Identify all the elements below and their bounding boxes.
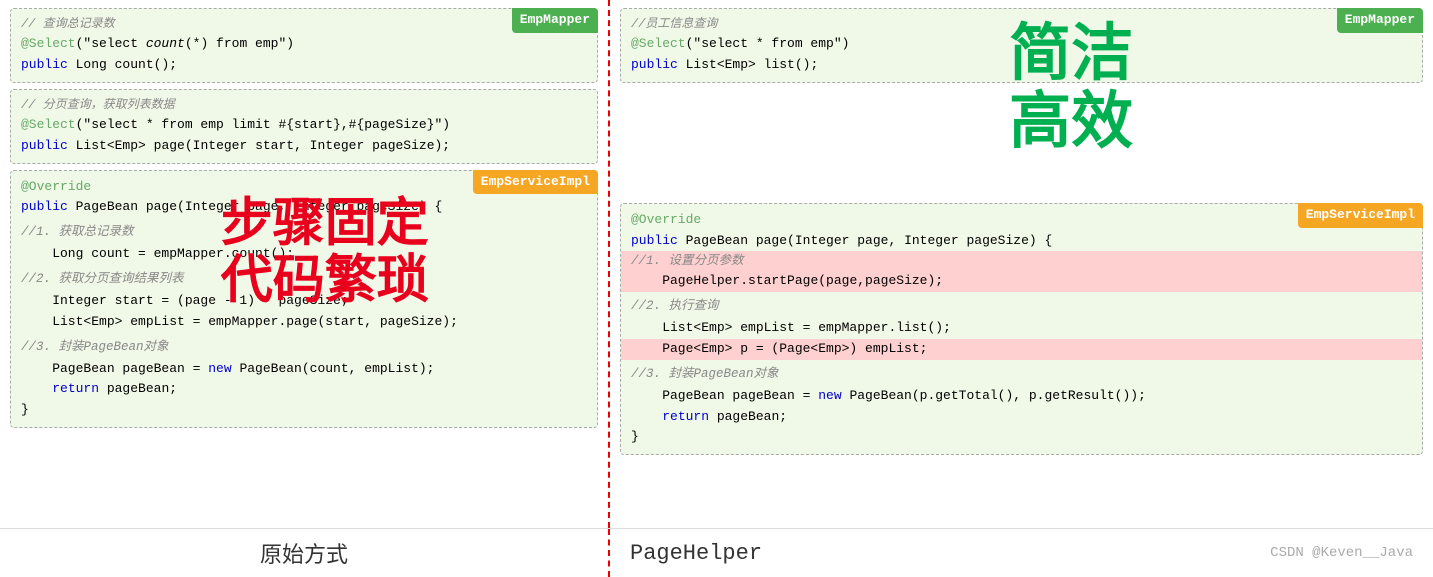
right-inner-comment2: //2. 执行查询 <box>631 296 1412 316</box>
right-inner-line3: Page<Emp> p = (Page<Emp>) empList; <box>631 339 1412 360</box>
left-inner-line5: return pageBean; <box>21 379 587 400</box>
left-inner-line2: Integer start = (page - 1) * pageSize; <box>21 291 587 312</box>
right-highlighted2: Page<Emp> p = (Page<Emp>) empList; <box>621 339 1422 360</box>
left-close-brace: } <box>21 400 587 421</box>
right-empmapper-block: EmpMapper //员工信息查询 @Select("select * fro… <box>620 8 1423 83</box>
left-inner-comment1: //1. 获取总记录数 <box>21 222 587 242</box>
left-inner-line4: PageBean pageBean = new PageBean(count, … <box>21 359 587 380</box>
left-code1-line2: public Long count(); <box>21 55 587 76</box>
footer-watermark: CSDN @Keven__Java <box>1270 545 1413 561</box>
right-empserviceimpl-block: EmpServiceImpl @Override public PageBean… <box>620 203 1423 455</box>
left-code2-line2: public List<Emp> page(Integer start, Int… <box>21 136 587 157</box>
left-select2: @Select("select * from emp limit #{start… <box>21 115 587 136</box>
left-select1: @Select("select count(*) from emp") <box>21 34 587 55</box>
footer-right-title: PageHelper <box>630 541 762 566</box>
left-method-sig: public PageBean page(Integer page, Integ… <box>21 197 587 218</box>
right-code1-line2: public List<Emp> list(); <box>631 55 1412 76</box>
left-empmapper-block: EmpMapper // 查询总记录数 @Select("select coun… <box>10 8 598 83</box>
left-panel: EmpMapper // 查询总记录数 @Select("select coun… <box>0 0 610 528</box>
right-inner-line1: PageHelper.startPage(page,pageSize); <box>631 271 1412 292</box>
right-highlighted1: //1. 设置分页参数 PageHelper.startPage(page,pa… <box>621 251 1422 292</box>
left-comment2: // 分页查询，获取列表数据 <box>21 96 587 115</box>
footer-right: PageHelper CSDN @Keven__Java <box>610 529 1433 577</box>
footer-left-title: 原始方式 <box>0 529 610 577</box>
right-comment1: //员工信息查询 <box>631 15 1412 34</box>
left-inner-comment3: //3. 封装PageBean对象 <box>21 337 587 357</box>
left-inner-line1: Long count = empMapper.count(); <box>21 244 587 265</box>
right-close-brace: } <box>631 427 1412 448</box>
right-inner-comment3: //3. 封装PageBean对象 <box>631 364 1412 384</box>
right-panel: 简洁 高效 EmpMapper //员工信息查询 @Select("select… <box>610 0 1433 528</box>
left-inner-line3: List<Emp> empList = empMapper.page(start… <box>21 312 587 333</box>
left-comment1: // 查询总记录数 <box>21 15 587 34</box>
left-badge-empmapper: EmpMapper <box>512 8 598 33</box>
right-inner-comment1: //1. 设置分页参数 <box>631 251 1412 271</box>
left-empserviceimpl-block: EmpServiceImpl @Override public PageBean… <box>10 170 598 428</box>
left-badge-empserviceimpl: EmpServiceImpl <box>473 170 598 195</box>
main-content: EmpMapper // 查询总记录数 @Select("select coun… <box>0 0 1433 528</box>
right-badge-empserviceimpl: EmpServiceImpl <box>1298 203 1423 228</box>
right-inner-line4: PageBean pageBean = new PageBean(p.getTo… <box>631 386 1412 407</box>
footer: 原始方式 PageHelper CSDN @Keven__Java <box>0 528 1433 577</box>
right-badge-empmapper: EmpMapper <box>1337 8 1423 33</box>
left-inner-comment2: //2. 获取分页查询结果列表 <box>21 269 587 289</box>
left-page-query-block: // 分页查询，获取列表数据 @Select("select * from em… <box>10 89 598 164</box>
right-override: @Override <box>631 210 1412 231</box>
right-select1: @Select("select * from emp") <box>631 34 1412 55</box>
right-big-line2: 高效 <box>1009 88 1133 156</box>
right-inner-line2: List<Emp> empList = empMapper.list(); <box>631 318 1412 339</box>
right-inner-line5: return pageBean; <box>631 407 1412 428</box>
right-method-sig: public PageBean page(Integer page, Integ… <box>631 231 1412 252</box>
